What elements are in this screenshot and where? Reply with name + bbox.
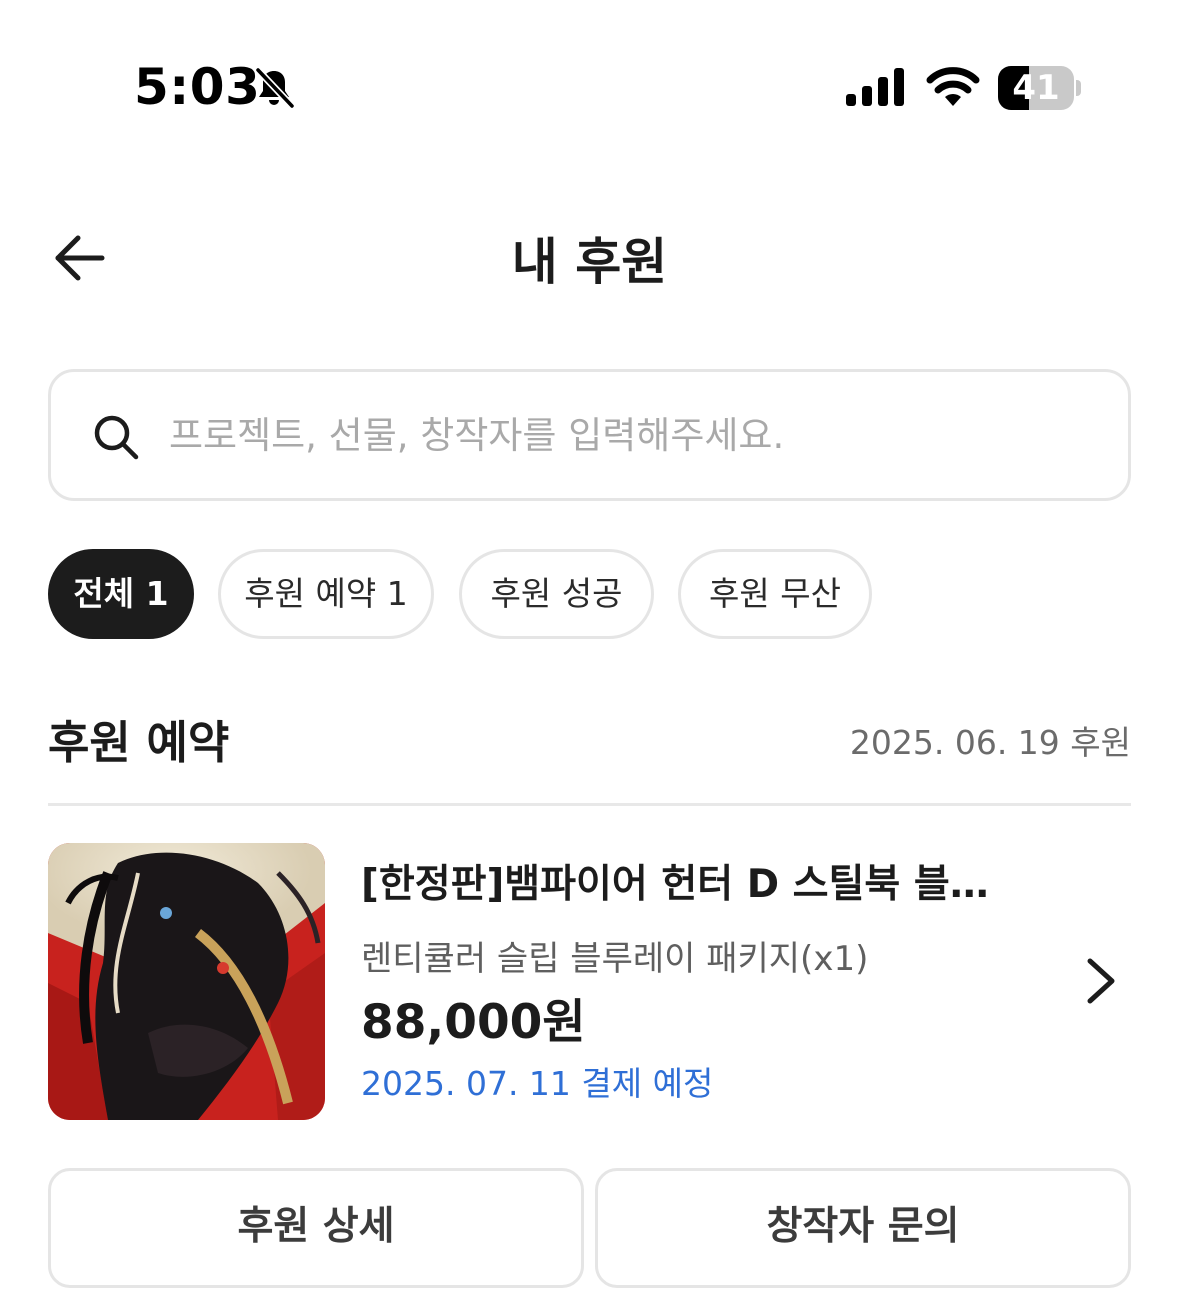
pledge-detail-button[interactable]: 후원 상세 bbox=[48, 1168, 584, 1288]
project-title[interactable]: [한정판]뱀파이어 헌터 D 스틸북 블루레이 패키지 bbox=[361, 853, 1021, 909]
status-bar: 5:03 41 bbox=[0, 0, 1179, 176]
section-title: 후원 예약 bbox=[48, 716, 230, 769]
pledge-date: 2025. 06. 19 후원 bbox=[849, 723, 1131, 762]
creator-inquiry-button[interactable]: 창작자 문의 bbox=[595, 1168, 1131, 1288]
filter-chip-success[interactable]: 후원 성공 bbox=[459, 549, 654, 639]
pledge-item[interactable]: [한정판]뱀파이어 헌터 D 스틸북 블루레이 패키지 렌티큘러 슬립 블루레이… bbox=[48, 843, 1131, 1121]
project-thumbnail bbox=[48, 843, 325, 1120]
search-input[interactable] bbox=[169, 402, 1069, 468]
app-screen: 5:03 41 내 후원 프로젝트, 선물, 창작자를 입력해주세요. 전체 1… bbox=[0, 0, 1179, 1297]
search-icon bbox=[94, 415, 139, 460]
filter-chip-all[interactable]: 전체 1 bbox=[48, 549, 194, 639]
bell-slash-icon bbox=[255, 67, 295, 109]
filter-chip-reserved[interactable]: 후원 예약 1 bbox=[218, 549, 434, 639]
wifi-icon bbox=[926, 67, 980, 106]
battery-level: 41 bbox=[1012, 68, 1060, 108]
chevron-right-icon[interactable] bbox=[1084, 955, 1118, 1007]
page-title: 내 후원 bbox=[511, 233, 668, 291]
payment-scheduled: 2025. 07. 11 결제 예정 bbox=[361, 1064, 714, 1103]
search-box[interactable] bbox=[48, 369, 1131, 501]
status-time: 5:03 bbox=[134, 58, 261, 116]
filter-chip-failed[interactable]: 후원 무산 bbox=[678, 549, 872, 639]
pledge-amount: 88,000원 bbox=[361, 995, 586, 1050]
reward-option: 렌티큘러 슬립 블루레이 패키지(x1) bbox=[361, 939, 869, 979]
divider bbox=[48, 803, 1131, 806]
battery-icon: 41 bbox=[998, 66, 1082, 110]
cellular-signal-icon bbox=[846, 68, 904, 106]
